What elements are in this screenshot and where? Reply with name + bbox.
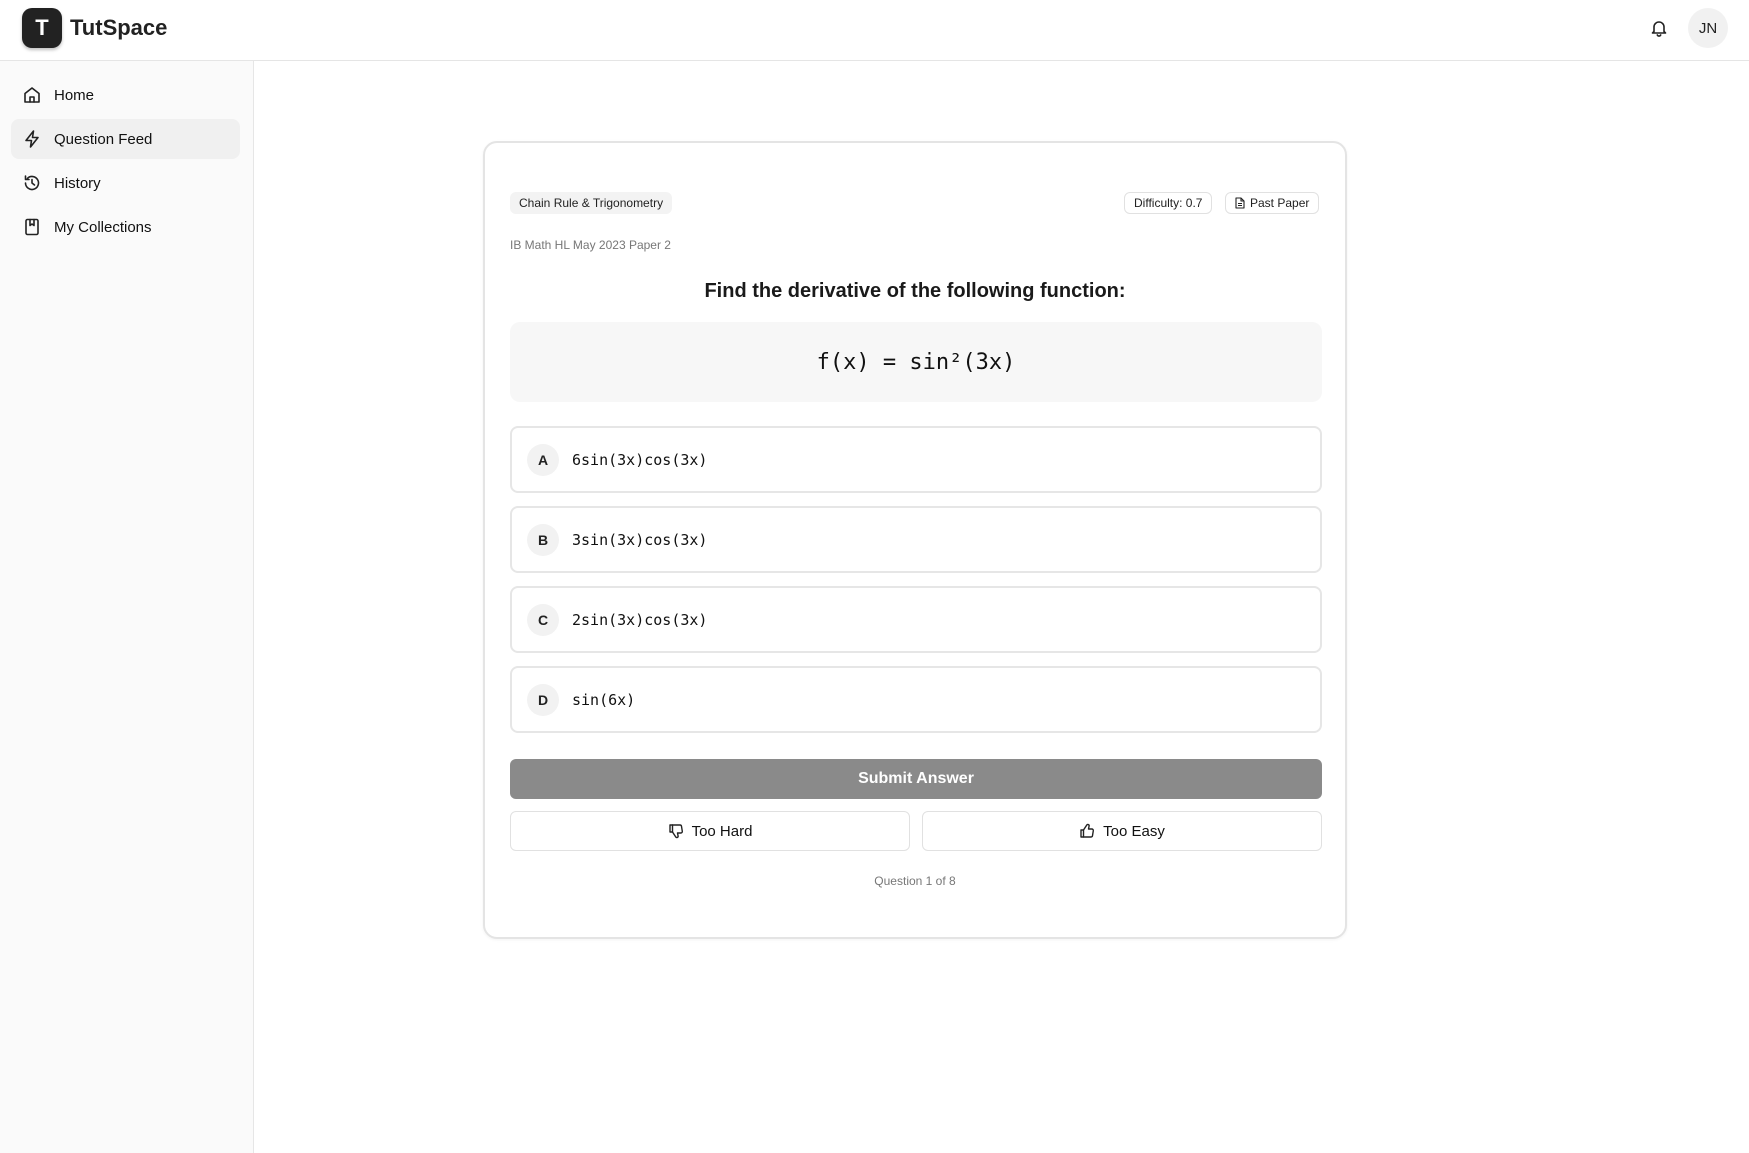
option-letter: B: [527, 523, 559, 556]
option-text: sin(6x): [572, 690, 636, 709]
source-type-label: Past Paper: [1250, 196, 1310, 210]
too-easy-label: Too Easy: [1103, 822, 1165, 840]
app-logo[interactable]: T: [22, 8, 62, 48]
history-icon: [24, 175, 40, 191]
too-hard-button[interactable]: Too Hard: [510, 811, 910, 851]
topic-tag: Chain Rule & Trigonometry: [510, 192, 673, 214]
document-icon: [1235, 197, 1245, 209]
option-letter: C: [527, 603, 559, 636]
difficulty-badge: Difficulty: 0.7: [1124, 192, 1213, 214]
app-name[interactable]: TutSpace: [70, 15, 167, 41]
too-easy-button[interactable]: Too Easy: [922, 811, 1322, 851]
lightning-icon: [25, 130, 39, 148]
sidebar-item-label: History: [54, 174, 101, 192]
submit-answer-button[interactable]: Submit Answer: [510, 759, 1322, 799]
answer-option-b[interactable]: B 3sin(3x)cos(3x): [510, 506, 1322, 573]
answer-option-d[interactable]: D sin(6x): [510, 666, 1322, 733]
top-bar: T TutSpace JN: [0, 0, 1749, 61]
user-avatar[interactable]: JN: [1688, 8, 1728, 48]
question-prompt: Find the derivative of the following fun…: [704, 280, 1126, 302]
option-letter: D: [527, 683, 559, 716]
sidebar-item-home[interactable]: Home: [11, 75, 240, 115]
answer-option-a[interactable]: A 6sin(3x)cos(3x): [510, 426, 1322, 493]
sidebar-item-history[interactable]: History: [11, 163, 240, 203]
sidebar-item-label: Home: [54, 86, 95, 104]
option-text: 3sin(3x)cos(3x): [572, 530, 708, 549]
question-counter: Question 1 of 8: [874, 874, 956, 888]
notifications-bell-icon[interactable]: [1648, 17, 1670, 39]
question-source: IB Math HL May 2023 Paper 2: [510, 238, 671, 252]
too-hard-label: Too Hard: [691, 822, 753, 840]
sidebar-item-my-collections[interactable]: My Collections: [11, 207, 240, 247]
sidebar-item-label: My Collections: [54, 218, 152, 236]
thumbs-up-icon: [1080, 823, 1095, 838]
collection-icon: [25, 218, 39, 236]
question-card: Chain Rule & Trigonometry Difficulty: 0.…: [483, 141, 1347, 939]
sidebar: Home Question Feed History My Collection…: [0, 61, 254, 1153]
sidebar-item-label: Question Feed: [54, 130, 153, 148]
option-letter: A: [527, 443, 559, 476]
source-type-badge: Past Paper: [1225, 192, 1320, 214]
sidebar-item-question-feed[interactable]: Question Feed: [11, 119, 240, 159]
answer-option-c[interactable]: C 2sin(3x)cos(3x): [510, 586, 1322, 653]
thumbs-down-icon: [668, 824, 683, 839]
question-formula: f(x) = sin²(3x): [510, 322, 1322, 402]
option-text: 2sin(3x)cos(3x): [572, 610, 708, 629]
home-icon: [24, 87, 40, 103]
option-text: 6sin(3x)cos(3x): [572, 450, 708, 469]
